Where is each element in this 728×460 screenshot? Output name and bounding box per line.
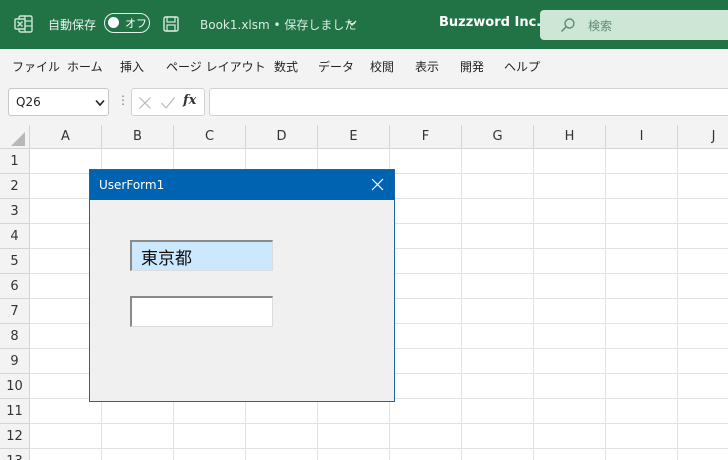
formula-controls: fx bbox=[131, 88, 205, 116]
row-header[interactable]: 10 bbox=[0, 374, 30, 399]
tab-developer[interactable]: 開発 bbox=[460, 58, 484, 75]
formula-bar-handle[interactable]: ⋮ bbox=[117, 93, 129, 107]
textbox-1[interactable]: 東京都 bbox=[130, 240, 273, 271]
company-name: Buzzword Inc. bbox=[439, 15, 542, 30]
column-header[interactable]: F bbox=[390, 125, 462, 149]
textbox-2[interactable] bbox=[130, 296, 273, 327]
tab-file[interactable]: ファイル bbox=[12, 58, 60, 75]
row-header[interactable]: 2 bbox=[0, 174, 30, 199]
column-header[interactable]: J bbox=[678, 125, 728, 149]
toggle-knob bbox=[108, 17, 119, 28]
tab-help[interactable]: ヘルプ bbox=[504, 58, 540, 75]
autosave-state: オフ bbox=[125, 17, 147, 30]
row-header[interactable]: 11 bbox=[0, 399, 30, 424]
chevron-down-icon[interactable] bbox=[95, 99, 105, 107]
row-header[interactable]: 4 bbox=[0, 224, 30, 249]
userform-titlebar[interactable]: UserForm1 bbox=[90, 170, 394, 200]
cancel-icon[interactable] bbox=[138, 96, 152, 110]
tab-formulas[interactable]: 数式 bbox=[274, 58, 298, 75]
textbox-1-value: 東京都 bbox=[141, 249, 192, 269]
column-header[interactable]: G bbox=[462, 125, 534, 149]
ribbon-tabs: ファイル ホーム 挿入 ページ レイアウト 数式 データ 校閲 表示 開発 ヘル… bbox=[0, 49, 728, 86]
formula-input[interactable] bbox=[209, 88, 728, 116]
title-bar: 自動保存 オフ Book1.xlsm • 保存しました Buzzword Inc… bbox=[0, 0, 728, 49]
tab-page-layout[interactable]: ページ レイアウト bbox=[166, 58, 266, 75]
column-header[interactable]: H bbox=[534, 125, 606, 149]
select-all-triangle bbox=[11, 132, 25, 146]
insert-function-button[interactable]: fx bbox=[183, 93, 196, 108]
column-header[interactable]: I bbox=[606, 125, 678, 149]
tab-data[interactable]: データ bbox=[318, 58, 354, 75]
row-header[interactable]: 1 bbox=[0, 149, 30, 174]
search-placeholder: 検索 bbox=[588, 19, 613, 33]
chevron-down-icon[interactable] bbox=[347, 18, 357, 28]
name-box[interactable]: Q26 bbox=[8, 88, 109, 116]
select-all-button[interactable] bbox=[0, 125, 30, 149]
row-header[interactable]: 12 bbox=[0, 424, 30, 449]
enter-icon[interactable] bbox=[160, 96, 176, 110]
row-header[interactable]: 6 bbox=[0, 274, 30, 299]
row-header[interactable]: 3 bbox=[0, 199, 30, 224]
formula-bar: Q26 ⋮ fx bbox=[0, 85, 728, 125]
search-box[interactable]: 検索 bbox=[540, 10, 728, 40]
search-icon bbox=[560, 18, 575, 33]
excel-icon bbox=[14, 15, 33, 33]
name-box-value: Q26 bbox=[16, 95, 41, 109]
column-header[interactable]: B bbox=[102, 125, 174, 149]
tab-insert[interactable]: 挿入 bbox=[120, 58, 144, 75]
save-icon[interactable] bbox=[162, 15, 180, 33]
autosave-label: 自動保存 bbox=[48, 18, 97, 32]
autosave-toggle[interactable]: オフ bbox=[104, 13, 150, 33]
row-header[interactable]: 8 bbox=[0, 324, 30, 349]
document-title[interactable]: Book1.xlsm • 保存しました bbox=[200, 16, 356, 33]
column-header[interactable]: D bbox=[246, 125, 318, 149]
row-header[interactable]: 7 bbox=[0, 299, 30, 324]
column-header[interactable]: E bbox=[318, 125, 390, 149]
userform-dialog: UserForm1 東京都 bbox=[89, 169, 395, 402]
row-header[interactable]: 9 bbox=[0, 349, 30, 374]
row-header[interactable]: 5 bbox=[0, 249, 30, 274]
column-header[interactable]: A bbox=[30, 125, 102, 149]
tab-view[interactable]: 表示 bbox=[415, 58, 439, 75]
close-icon[interactable] bbox=[371, 178, 384, 191]
tab-review[interactable]: 校閲 bbox=[370, 58, 394, 75]
row-header[interactable]: 13 bbox=[0, 449, 30, 460]
userform-title: UserForm1 bbox=[99, 178, 165, 192]
column-header[interactable]: C bbox=[174, 125, 246, 149]
tab-home[interactable]: ホーム bbox=[67, 58, 103, 75]
